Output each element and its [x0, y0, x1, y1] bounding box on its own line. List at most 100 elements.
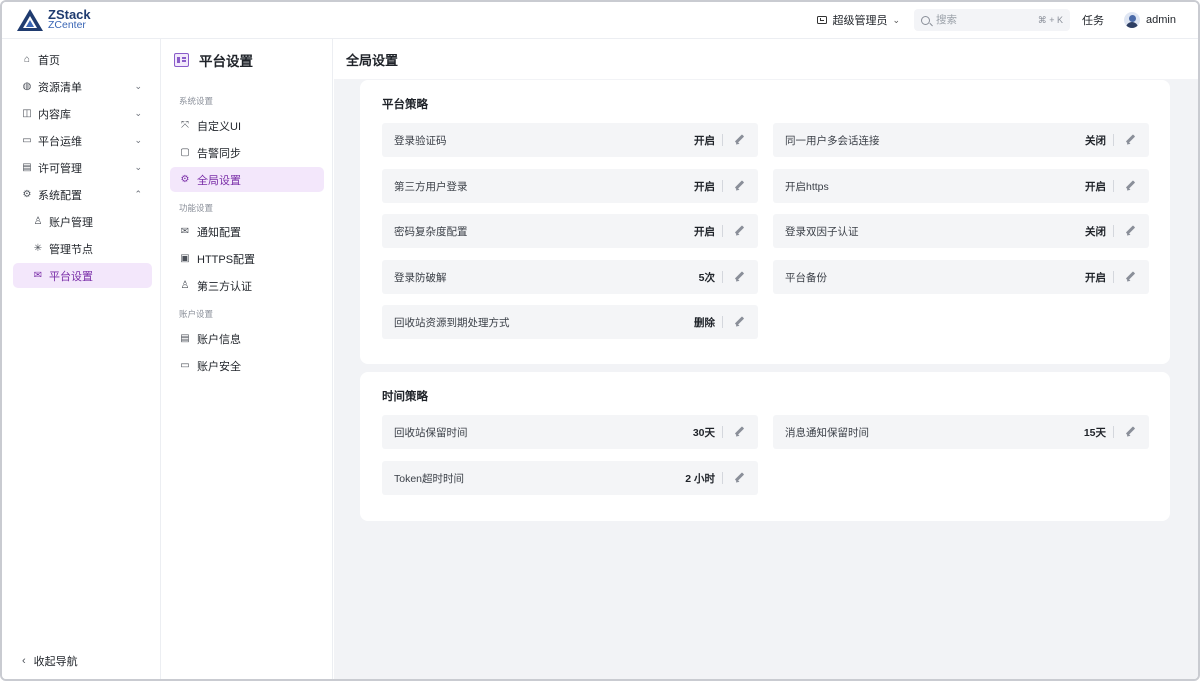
edit-icon[interactable]: [1125, 225, 1137, 237]
setting-row: 开启https 开启: [773, 169, 1149, 203]
panel-item-global-settings[interactable]: ⚙ 全局设置: [170, 167, 324, 192]
divider: [1113, 225, 1114, 237]
card-title: 平台策略: [382, 99, 428, 111]
nav-item-label: 账户管理: [49, 216, 93, 229]
setting-value: 开启: [694, 134, 715, 147]
divider: [722, 472, 723, 484]
collapse-nav-button[interactable]: ‹ 收起导航: [22, 653, 78, 669]
edit-icon[interactable]: [734, 316, 746, 328]
group-label-system: 系统设置: [179, 96, 214, 106]
nav-item-label: 内容库: [38, 108, 71, 121]
panel-item-third-party-auth[interactable]: ♙ 第三方认证: [170, 273, 324, 298]
divider: [1113, 271, 1114, 283]
mail-icon: ✉: [33, 269, 43, 281]
setting-value: 开启: [694, 180, 715, 193]
nav-item-home[interactable]: ⌂ 首页: [13, 47, 152, 72]
divider: [722, 180, 723, 192]
gear-icon: ⚙: [180, 174, 190, 185]
setting-value: 30天: [692, 426, 715, 439]
panel-item-notification[interactable]: ✉ 通知配置: [170, 219, 324, 244]
username: admin: [1146, 14, 1176, 26]
platform-policy-card: 平台策略 登录验证码 开启 同一用户多会话连接 关闭 第三方用户登录 开启 开启…: [360, 80, 1170, 364]
settings-panel-icon: [174, 53, 189, 67]
app-window: ZStack ZCenter 超级管理员 ⌄ ⌘ + K 任务 admin: [0, 0, 1200, 681]
setting-value: 5次: [698, 271, 715, 284]
setting-value: 关闭: [1085, 134, 1106, 147]
mail-icon: ✉: [180, 226, 190, 237]
panel-item-label: 账户信息: [197, 333, 241, 346]
role-switcher[interactable]: 超级管理员 ⌄: [817, 12, 900, 28]
setting-value: 删除: [694, 316, 715, 329]
user-menu[interactable]: admin: [1124, 12, 1176, 28]
setting-row: 第三方用户登录 开启: [382, 169, 758, 203]
divider: [722, 271, 723, 283]
globe-icon: ◍: [22, 80, 32, 92]
panel-item-account-info[interactable]: ▤ 账户信息: [170, 326, 324, 351]
time-policy-card: 时间策略 回收站保留时间 30天 消息通知保留时间 15天 Token超时时间 …: [360, 372, 1170, 521]
gear-icon: ⚙: [22, 188, 32, 200]
search-box[interactable]: ⌘ + K: [914, 9, 1071, 31]
edit-icon[interactable]: [1125, 134, 1137, 146]
nav-item-platform-settings[interactable]: ✉ 平台设置: [13, 263, 152, 288]
setting-row: 登录防破解 5次: [382, 260, 758, 294]
edit-icon[interactable]: [1125, 271, 1137, 283]
chevron-down-icon: ⌄: [134, 108, 142, 118]
edit-icon[interactable]: [734, 472, 746, 484]
edit-icon[interactable]: [734, 134, 746, 146]
brand-product: ZCenter: [48, 19, 86, 31]
main-nav: ⌂ 首页 ◍ 资源清单 ⌄ ◫ 内容库 ⌄ ▭ 平台运维 ⌄ ▤ 许可管理 ⌄ …: [2, 39, 161, 679]
setting-label: Token超时时间: [394, 472, 465, 485]
panel-item-alarm-sync[interactable]: ▢ 告警同步: [170, 140, 324, 165]
certificate-icon: ▣: [180, 253, 190, 264]
nav-item-license[interactable]: ▤ 许可管理 ⌄: [13, 155, 152, 180]
nav-item-system-config[interactable]: ⚙ 系统配置 ⌃: [13, 182, 152, 207]
security-icon: ▭: [180, 360, 190, 371]
avatar: [1124, 12, 1141, 28]
edit-icon[interactable]: [734, 271, 746, 283]
setting-value: 2 小时: [685, 472, 715, 485]
setting-row: Token超时时间 2 小时: [382, 461, 758, 495]
alarm-icon: ▢: [180, 147, 190, 158]
divider: [722, 426, 723, 438]
home-icon: ⌂: [23, 53, 31, 65]
edit-icon[interactable]: [734, 180, 746, 192]
divider: [1113, 134, 1114, 146]
brand-logo[interactable]: ZStack ZCenter: [16, 7, 91, 33]
edit-icon[interactable]: [734, 225, 746, 237]
setting-row: 消息通知保留时间 15天: [773, 415, 1149, 449]
chevron-left-icon: ‹: [22, 655, 26, 667]
search-icon: [921, 15, 931, 25]
edit-icon[interactable]: [1125, 180, 1137, 192]
page-title: 全局设置: [346, 52, 399, 68]
edit-icon[interactable]: [734, 426, 746, 438]
panel-item-custom-ui[interactable]: ⤧ 自定义UI: [170, 113, 324, 138]
user-icon: ♙: [33, 215, 43, 227]
console-icon: [817, 16, 828, 24]
panel-item-label: 账户安全: [197, 360, 241, 373]
ops-icon: ▭: [22, 134, 32, 146]
tasks-link[interactable]: 任务: [1082, 12, 1104, 28]
nav-item-account-management[interactable]: ♙ 账户管理: [13, 209, 152, 234]
setting-row: 登录双因子认证 关闭: [773, 214, 1149, 248]
setting-value: 关闭: [1085, 225, 1106, 238]
panel-item-label: 通知配置: [197, 226, 241, 239]
setting-row: 同一用户多会话连接 关闭: [773, 123, 1149, 157]
nav-item-label: 平台设置: [49, 270, 93, 283]
edit-icon[interactable]: [1125, 426, 1137, 438]
search-input[interactable]: [936, 14, 1029, 26]
divider: [722, 225, 723, 237]
nav-item-ops[interactable]: ▭ 平台运维 ⌄: [13, 128, 152, 153]
nav-item-management-node[interactable]: ✳ 管理节点: [13, 236, 152, 261]
setting-row: 登录验证码 开启: [382, 123, 758, 157]
account-info-icon: ▤: [180, 333, 190, 344]
panel-item-label: 第三方认证: [197, 280, 252, 293]
card-title: 时间策略: [382, 391, 428, 403]
nav-item-library[interactable]: ◫ 内容库 ⌄: [13, 101, 152, 126]
nav-item-resources[interactable]: ◍ 资源清单 ⌄: [13, 74, 152, 99]
panel-item-account-security[interactable]: ▭ 账户安全: [170, 353, 324, 378]
setting-label: 登录防破解: [394, 271, 447, 284]
setting-label: 登录双因子认证: [785, 225, 859, 238]
page-header: 全局设置: [334, 39, 1198, 79]
panel-item-https[interactable]: ▣ HTTPS配置: [170, 246, 324, 271]
search-shortcut: ⌘ + K: [1037, 14, 1064, 25]
